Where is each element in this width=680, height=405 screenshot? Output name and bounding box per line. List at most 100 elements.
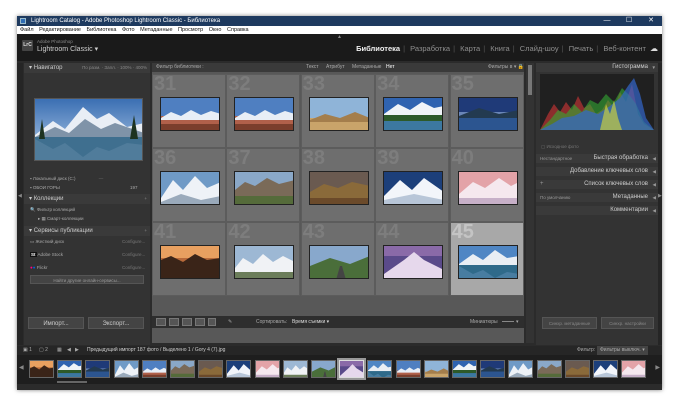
grid-cell[interactable]: 34 [375,74,450,148]
filmstrip-thumbnail[interactable] [395,360,421,378]
menu-help[interactable]: Справка [227,27,249,33]
right-panel-toggle[interactable]: ▶ [658,63,662,345]
grid-cell[interactable]: 40 [449,148,524,222]
menu-view[interactable]: Просмотр [178,27,203,33]
quick-develop-header[interactable]: Нестандартное Быстрая обработка ◀ [536,154,658,163]
menu-metadata[interactable]: Метаданные [140,27,172,33]
menu-window[interactable]: Окно [209,27,222,33]
menu-library[interactable]: Библиотека [87,27,117,33]
filmstrip-next-icon[interactable]: ▶ [655,364,660,371]
filmstrip-thumbnail[interactable] [536,360,562,378]
minimize-button[interactable]: — [596,16,618,26]
grid-cell[interactable]: 33 [300,74,375,148]
filter-metadata[interactable]: Метаданные [352,63,381,72]
loupe-view-icon[interactable] [169,318,179,326]
comments-header[interactable]: Комментарии ◀ [536,206,658,215]
publish-services-header[interactable]: ▾ Сервисы публикации + [24,226,150,236]
maximize-button[interactable]: ☐ [618,16,640,26]
filmstrip-thumbnail[interactable] [29,360,54,378]
menu-edit[interactable]: Редактирование [39,27,81,33]
filmstrip-thumbnail[interactable] [593,360,618,378]
keyword-list-header[interactable]: + Список ключевых слов ◀ [536,180,658,189]
smart-collections[interactable]: ▸ ▦ Смарт-коллекции [38,215,84,223]
find-more-services-button[interactable]: Найти другие онлайн-сервисы... [30,275,144,284]
photo-thumbnail[interactable] [160,171,220,205]
publish-hard-drive[interactable]: ▭ Жесткий диск Configure... [30,238,145,246]
filmstrip-thumbnail[interactable] [311,360,336,378]
photo-thumbnail[interactable] [234,245,295,279]
menu-file[interactable]: Файл [20,27,34,33]
compare-view-icon[interactable] [182,318,192,326]
module-print[interactable]: Печать [569,44,594,53]
grid-cell[interactable]: 43 [300,222,375,296]
export-button[interactable]: Экспорт... [88,317,144,329]
navigator-zoom-options[interactable]: По разм. · Запл. · 100% · 400% [82,63,147,73]
photo-thumbnail[interactable] [308,245,369,279]
grid-cell[interactable]: 44 [375,222,450,296]
grid-cell[interactable]: 31 [152,74,226,148]
keywording-header[interactable]: Добавление ключевых слов ◀ [536,167,658,176]
grid-cell[interactable]: 32 [226,74,301,148]
collection-filter[interactable]: 🔍 Фильтр коллекций [30,206,75,214]
photo-thumbnail[interactable] [457,171,518,205]
filmstrip-thumbnail[interactable] [254,360,280,378]
nav-forward-icon[interactable]: ▶ [75,346,79,355]
grid-cell[interactable]: 35 [449,74,524,148]
photo-thumbnail[interactable] [308,171,369,205]
photo-thumbnail[interactable] [383,245,444,279]
photo-thumbnail[interactable] [308,97,369,131]
grid-cell[interactable]: 42 [226,222,301,296]
filmstrip-filter-dropdown[interactable]: Фильтры выключ. ▾ [597,346,648,355]
photo-thumbnail[interactable] [160,97,220,131]
collections-header[interactable]: ▾ Коллекции + [24,194,150,204]
photo-thumbnail[interactable] [457,97,518,131]
grid-cell[interactable]: 39 [375,148,450,222]
grid-view-icon[interactable] [156,318,166,326]
filmstrip-thumbnail[interactable] [85,360,111,378]
import-button[interactable]: Импорт... [28,317,84,329]
survey-view-icon[interactable] [195,318,205,326]
publish-flickr[interactable]: ●● Flickr Configure... [30,264,145,272]
module-develop[interactable]: Разработка [410,44,450,53]
grid-scroll-thumb[interactable] [528,65,532,95]
page-2-button[interactable]: ▢ 2 [39,346,48,355]
module-book[interactable]: Книга [490,44,509,53]
photo-thumbnail[interactable] [160,245,220,279]
filmstrip-thumbnail[interactable] [170,360,195,378]
cloud-icon[interactable]: ☁ [650,44,658,53]
filmstrip-thumbnail[interactable] [282,360,308,378]
filmstrip-thumbnail[interactable] [564,360,590,378]
filmstrip-thumbnail[interactable] [423,360,449,378]
people-view-icon[interactable] [208,318,216,326]
filmstrip-thumbnail[interactable] [226,360,252,378]
filmstrip-thumbnail[interactable] [480,360,506,378]
filter-attribute[interactable]: Атрибут [326,63,345,72]
grid-small-icon[interactable]: ▦ [57,346,62,355]
sync-settings-button[interactable]: Синхр. настройки [601,317,654,329]
filmstrip-scroll-thumb[interactable] [57,381,87,383]
grid-cell[interactable]: 36 [152,148,226,222]
filmstrip-thumbnail[interactable] [367,360,393,378]
grid-cell[interactable]: 38 [300,148,375,222]
filmstrip-thumbnail[interactable] [141,360,167,378]
sort-dropdown[interactable]: Время съемки ▾ [292,316,329,328]
left-panel-toggle[interactable]: ◀ [17,63,23,345]
filter-none[interactable]: Нет [386,63,395,72]
filmstrip-thumbnail[interactable] [508,360,534,378]
photo-thumbnail[interactable] [457,245,518,279]
module-library[interactable]: Библиотека [356,44,400,53]
module-map[interactable]: Карта [460,44,480,53]
filter-text[interactable]: Текст [306,63,319,72]
grid-cell[interactable]: 41 [152,222,226,296]
module-web[interactable]: Веб-контент [603,44,646,53]
close-button[interactable]: ✕ [640,16,662,26]
collapse-top-arrow-icon[interactable]: ▲ [337,34,342,40]
filmstrip-thumbnail[interactable] [339,360,365,378]
metadata-header[interactable]: По умолчанию Метаданные ◀ [536,193,658,202]
thumbnail-size-slider[interactable] [502,321,514,322]
filmstrip-thumbnail[interactable] [113,360,139,378]
folders-row-oboi[interactable]: ▪ ОБОИ ГОРЫ 197 [30,184,138,192]
photo-thumbnail[interactable] [234,97,295,131]
navigator-header[interactable]: ▾ Навигатор По разм. · Запл. · 100% · 40… [24,63,150,73]
page-1-button[interactable]: ▣ 1 [23,346,32,355]
